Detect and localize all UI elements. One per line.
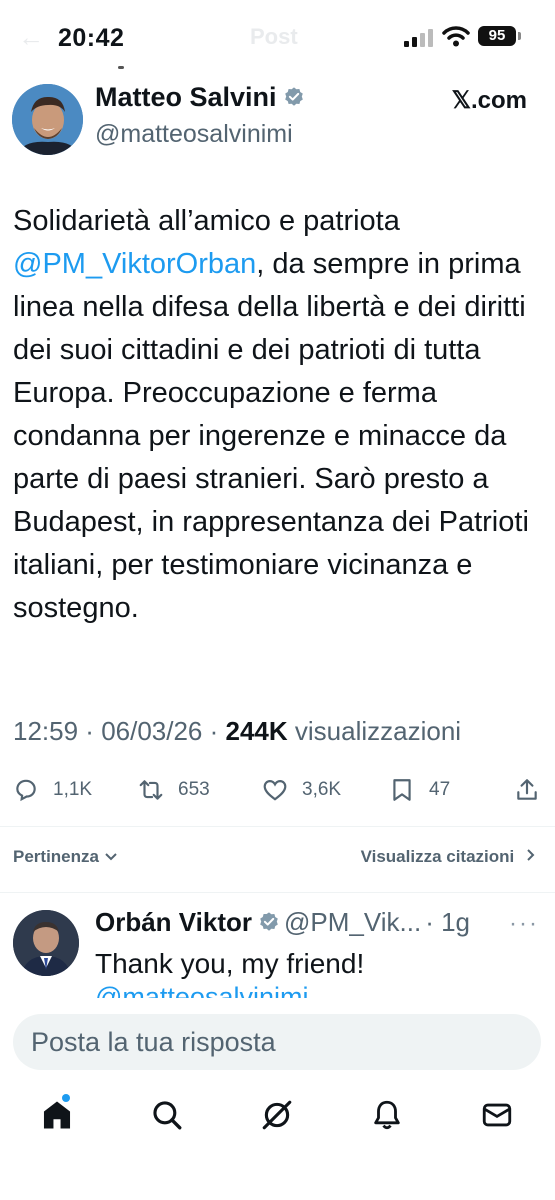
bookmark-button[interactable]: 47 [389,770,450,810]
meta-separator: · [202,716,226,746]
divider [0,892,555,893]
battery-indicator: 95 [478,26,516,46]
sort-label: Pertinenza [13,847,99,866]
like-button[interactable]: 3,6K [262,770,341,810]
author-name[interactable]: Matteo Salvini [95,82,305,113]
share-icon [517,779,537,800]
tab-home[interactable] [40,1098,74,1132]
views-count: 244K [225,716,288,746]
reply-avatar-image [13,910,79,976]
view-quotes-link[interactable]: Visualizza citazioni [361,847,537,867]
repost-button[interactable]: 653 [138,770,210,810]
notifications-icon [374,1100,400,1130]
more-options-icon[interactable]: ··· [509,910,539,938]
views-label: visualizzazioni [294,716,462,746]
divider [0,826,555,827]
home-notification-dot [62,1094,70,1102]
meta-separator: · [78,716,102,746]
status-time: 20:42 [58,24,125,52]
reply-author-handle: @PM_Vik... [284,907,422,937]
reply-author-avatar[interactable] [13,910,79,976]
pull-indicator [118,66,124,69]
repost-icon [139,780,163,800]
tab-grok[interactable] [260,1098,294,1132]
reply-icon [16,779,36,802]
share-button[interactable] [514,770,554,810]
post-text-part1: Solidarietà all’amico e patriota [13,205,400,237]
author-name-text: Matteo Salvini [95,82,277,112]
search-icon [153,1101,182,1130]
reply-author-name: Orbán Viktor [95,907,253,937]
bookmark-count: 47 [429,779,451,800]
tab-notifications[interactable] [370,1098,404,1132]
author-avatar-image [12,84,83,155]
battery-tip [518,32,521,40]
verified-badge-icon [284,87,303,106]
xcom-logo: 𝕏.com [451,87,527,114]
chevron-right-icon [527,849,535,861]
post-actions: 1,1K 653 3,6K 47 [0,770,555,810]
post-meta: 12:59 · 06/03/26 · 244K visualizzazioni [13,716,461,747]
reply-age: · 1g [425,907,471,937]
grok-icon [262,1100,292,1130]
verified-badge-icon [260,912,278,931]
wifi-icon [442,26,470,47]
reply-author[interactable]: Orbán Viktor @PM_Vik... · 1g [95,907,470,938]
author-avatar[interactable] [12,84,83,155]
cellular-signal-icon [404,29,433,47]
post-date: 06/03/26 [101,716,203,746]
post-text: Solidarietà all’amico e patriota @PM_Vik… [13,200,543,630]
reply-input[interactable]: Posta la tua risposta [13,1014,541,1070]
reply-text: Thank you, my friend! [95,948,365,979]
like-count: 3,6K [302,779,342,800]
author-handle[interactable]: @matteosalvinimi [95,120,293,149]
status-bar: ← Post 20:42 95 [0,0,555,70]
home-icon [43,1101,71,1129]
tab-messages[interactable] [480,1098,514,1132]
heart-icon [263,780,287,801]
post-time: 12:59 [13,716,79,746]
tab-search[interactable] [150,1098,184,1132]
post-text-part2: , da sempre in prima linea nella difesa … [13,248,537,624]
ghost-title: Post [250,24,298,49]
mention-link[interactable]: @PM_ViktorOrban [13,248,256,280]
reply-button[interactable]: 1,1K [13,770,92,810]
chevron-down-icon [105,853,117,861]
bookmark-icon [393,779,411,801]
reply-count: 1,1K [53,779,93,800]
repost-count: 653 [178,779,210,800]
messages-icon [482,1103,512,1127]
back-arrow-ghost-icon: ← [18,22,44,52]
quotes-label: Visualizza citazioni [360,847,515,866]
sort-dropdown[interactable]: Pertinenza [13,847,118,867]
